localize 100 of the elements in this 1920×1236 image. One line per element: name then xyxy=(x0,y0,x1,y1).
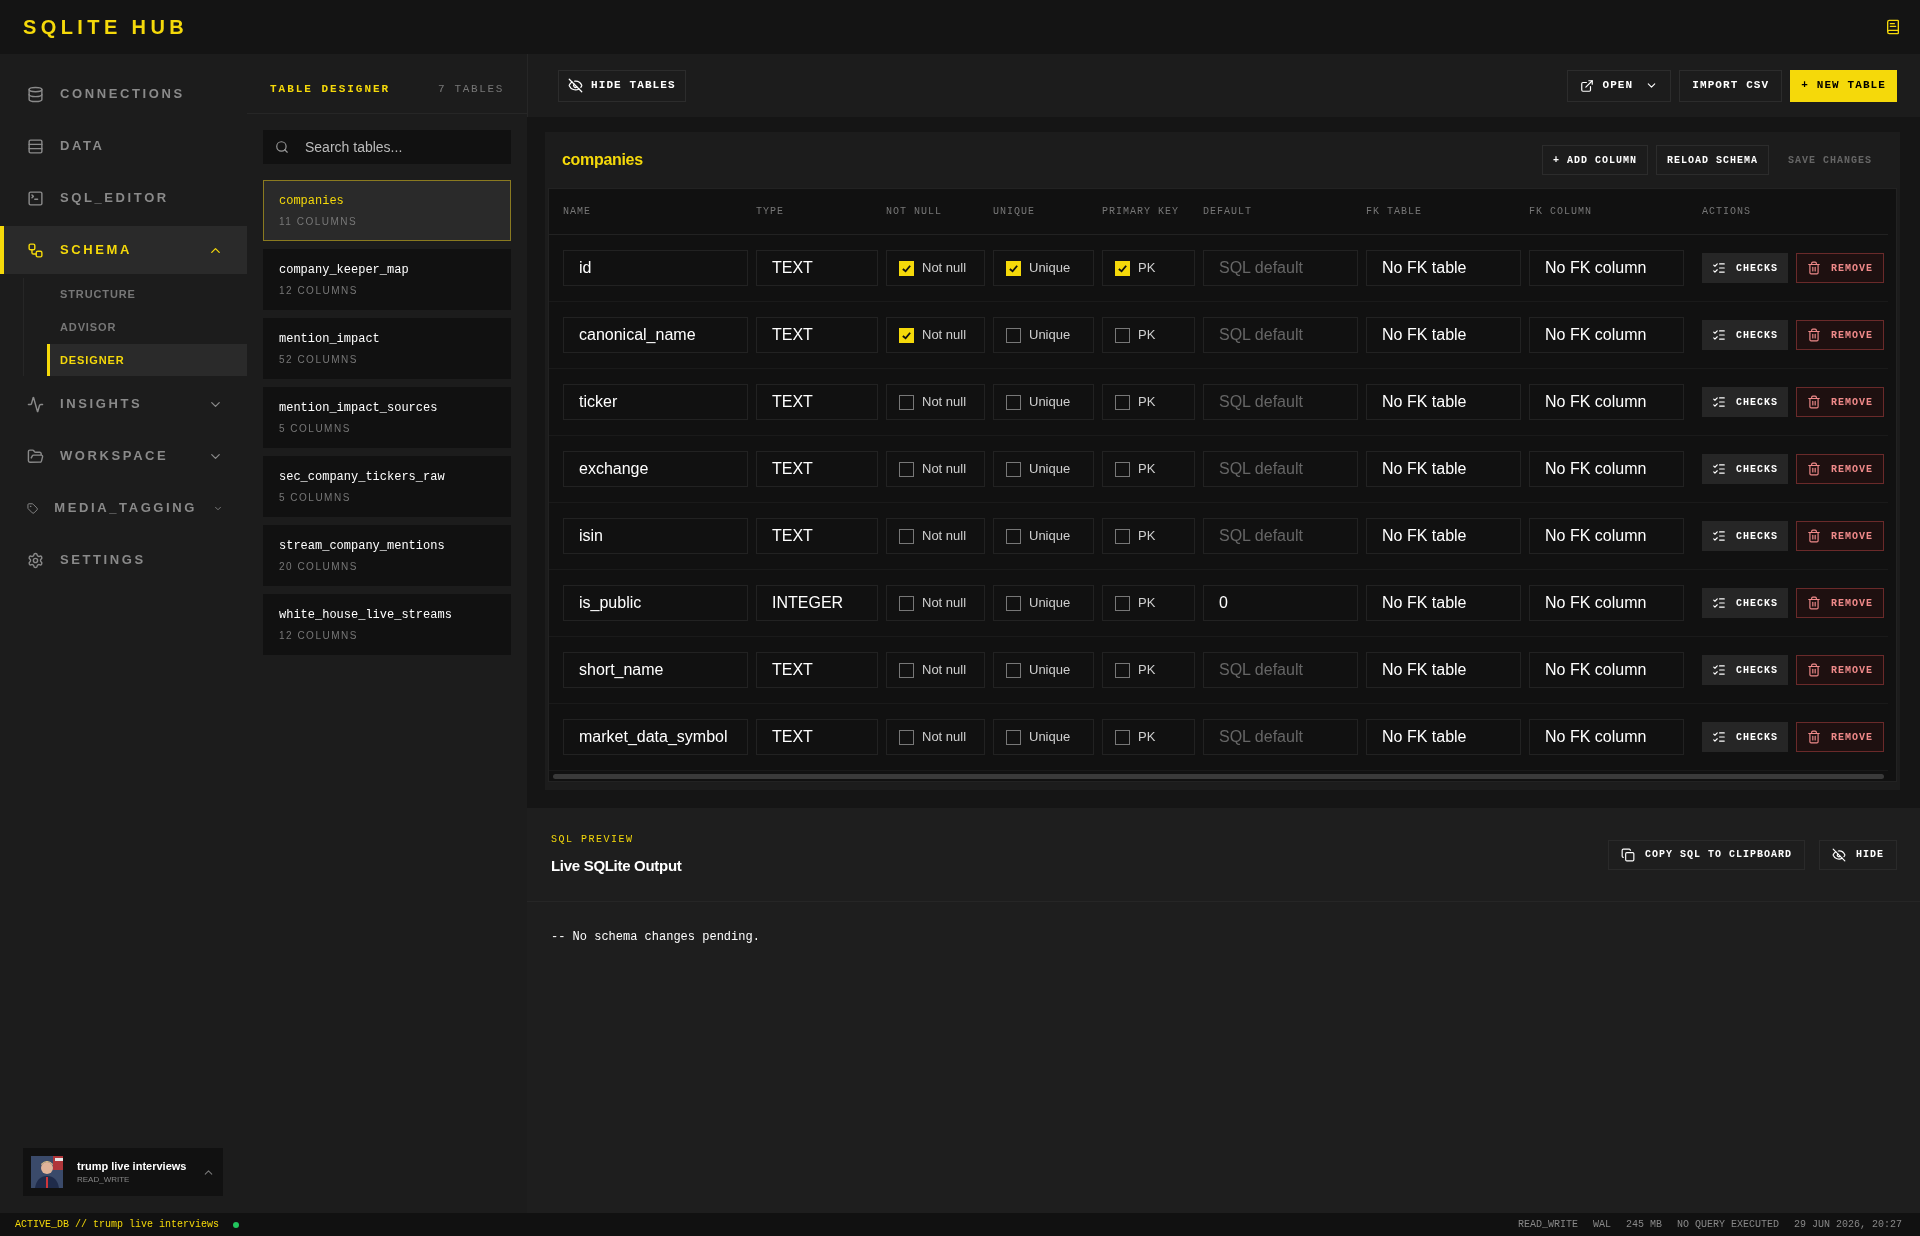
remove-button[interactable]: REMOVE xyxy=(1796,722,1885,752)
checks-button[interactable]: CHECKS xyxy=(1702,521,1788,551)
fk-column-select[interactable]: No FK column xyxy=(1529,652,1684,688)
name-field[interactable]: market_data_symbol xyxy=(563,719,748,755)
fk-table-select[interactable]: No FK table xyxy=(1366,719,1521,755)
name-field[interactable]: short_name xyxy=(563,652,748,688)
checkbox[interactable] xyxy=(899,394,914,410)
table-list-item[interactable]: mention_impact_sources 5 COLUMNS xyxy=(263,387,511,448)
nav-subitem[interactable]: DESIGNER xyxy=(47,344,247,376)
checkbox[interactable] xyxy=(1006,729,1021,745)
checks-button[interactable]: CHECKS xyxy=(1702,722,1788,752)
fk-table-select[interactable]: No FK table xyxy=(1366,585,1521,621)
checks-button[interactable]: CHECKS xyxy=(1702,655,1788,685)
account-card[interactable]: trump live interviews READ_WRITE xyxy=(23,1148,223,1196)
nav-item[interactable]: CONNECTIONS xyxy=(0,70,247,118)
type-field[interactable]: TEXT xyxy=(756,451,878,487)
scrollbar[interactable] xyxy=(553,773,1884,779)
fk-table-select[interactable]: No FK table xyxy=(1366,518,1521,554)
checkbox[interactable] xyxy=(1006,461,1021,477)
nav-item[interactable]: DATA xyxy=(0,122,247,170)
type-field[interactable]: TEXT xyxy=(756,384,878,420)
fk-column-select[interactable]: No FK column xyxy=(1529,317,1684,353)
remove-button[interactable]: REMOVE xyxy=(1796,253,1885,283)
name-field[interactable]: ticker xyxy=(563,384,748,420)
fk-table-select[interactable]: No FK table xyxy=(1366,652,1521,688)
default-field[interactable]: SQL default xyxy=(1203,250,1358,286)
checkbox[interactable] xyxy=(1115,394,1130,410)
copy-sql-button[interactable]: COPY SQL TO CLIPBOARD xyxy=(1607,839,1805,870)
remove-button[interactable]: REMOVE xyxy=(1796,521,1885,551)
checks-button[interactable]: CHECKS xyxy=(1702,387,1788,417)
checkbox[interactable] xyxy=(899,528,914,544)
checkbox[interactable] xyxy=(899,662,914,678)
default-field[interactable]: SQL default xyxy=(1203,518,1358,554)
nav-item[interactable]: SCHEMA xyxy=(0,226,247,274)
name-field[interactable]: is_public xyxy=(563,585,748,621)
name-field[interactable]: isin xyxy=(563,518,748,554)
type-field[interactable]: TEXT xyxy=(756,652,878,688)
checks-button[interactable]: CHECKS xyxy=(1702,253,1788,283)
fk-table-select[interactable]: No FK table xyxy=(1366,317,1521,353)
table-list-item[interactable]: white_house_live_streams 12 COLUMNS xyxy=(263,594,511,655)
default-field[interactable]: 0 xyxy=(1203,585,1358,621)
fk-column-select[interactable]: No FK column xyxy=(1529,250,1684,286)
fk-column-select[interactable]: No FK column xyxy=(1529,518,1684,554)
checkbox[interactable] xyxy=(1115,662,1130,678)
fk-column-select[interactable]: No FK column xyxy=(1529,585,1684,621)
type-field[interactable]: INTEGER xyxy=(756,585,878,621)
fk-column-select[interactable]: No FK column xyxy=(1529,719,1684,755)
new-table-button[interactable]: + NEW TABLE xyxy=(1790,69,1897,102)
checkbox[interactable] xyxy=(1115,327,1130,343)
nav-subitem[interactable]: ADVISOR xyxy=(47,311,247,343)
checkbox[interactable] xyxy=(1115,595,1130,611)
nav-subitem[interactable]: STRUCTURE xyxy=(47,278,247,310)
import-csv-button[interactable]: IMPORT CSV xyxy=(1679,69,1783,102)
checkbox[interactable] xyxy=(1006,327,1021,343)
checkbox[interactable] xyxy=(1115,528,1130,544)
name-field[interactable]: exchange xyxy=(563,451,748,487)
remove-button[interactable]: REMOVE xyxy=(1796,588,1885,618)
nav-item[interactable]: WORKSPACE xyxy=(0,432,247,480)
remove-button[interactable]: REMOVE xyxy=(1796,320,1885,350)
checks-button[interactable]: CHECKS xyxy=(1702,454,1788,484)
name-field[interactable]: canonical_name xyxy=(563,317,748,353)
default-field[interactable]: SQL default xyxy=(1203,451,1358,487)
hide-tables-button[interactable]: HIDE TABLES xyxy=(558,69,686,102)
remove-button[interactable]: REMOVE xyxy=(1796,655,1885,685)
default-field[interactable]: SQL default xyxy=(1203,384,1358,420)
table-list-item[interactable]: stream_company_mentions 20 COLUMNS xyxy=(263,525,511,586)
nav-item[interactable]: INSIGHTS xyxy=(0,380,247,428)
card-action-button[interactable]: RELOAD SCHEMA xyxy=(1655,145,1769,175)
checkbox[interactable] xyxy=(1006,595,1021,611)
remove-button[interactable]: REMOVE xyxy=(1796,454,1885,484)
fk-column-select[interactable]: No FK column xyxy=(1529,384,1684,420)
type-field[interactable]: TEXT xyxy=(756,250,878,286)
checks-button[interactable]: CHECKS xyxy=(1702,588,1788,618)
table-list-item[interactable]: company_keeper_map 12 COLUMNS xyxy=(263,249,511,310)
checks-button[interactable]: CHECKS xyxy=(1702,320,1788,350)
type-field[interactable]: TEXT xyxy=(756,518,878,554)
hide-button[interactable]: HIDE xyxy=(1819,839,1897,870)
checkbox[interactable] xyxy=(899,729,914,745)
remove-button[interactable]: REMOVE xyxy=(1796,387,1885,417)
checkbox[interactable] xyxy=(1115,461,1130,477)
search-input[interactable]: Search tables... xyxy=(305,136,499,158)
fk-table-select[interactable]: No FK table xyxy=(1366,250,1521,286)
checkbox[interactable] xyxy=(1006,528,1021,544)
book-icon[interactable] xyxy=(1885,19,1901,35)
nav-item[interactable]: SQL_EDITOR xyxy=(0,174,247,222)
default-field[interactable]: SQL default xyxy=(1203,719,1358,755)
type-field[interactable]: TEXT xyxy=(756,317,878,353)
default-field[interactable]: SQL default xyxy=(1203,317,1358,353)
checkbox[interactable] xyxy=(899,595,914,611)
search-field[interactable]: Search tables... xyxy=(263,130,511,164)
nav-item[interactable]: SETTINGS xyxy=(0,536,247,584)
name-field[interactable]: id xyxy=(563,250,748,286)
default-field[interactable]: SQL default xyxy=(1203,652,1358,688)
fk-table-select[interactable]: No FK table xyxy=(1366,451,1521,487)
table-list-item[interactable]: companies 11 COLUMNS xyxy=(263,180,511,241)
fk-table-select[interactable]: No FK table xyxy=(1366,384,1521,420)
open-button[interactable]: OPEN xyxy=(1567,69,1672,102)
table-list-item[interactable]: mention_impact 52 COLUMNS xyxy=(263,318,511,379)
fk-column-select[interactable]: No FK column xyxy=(1529,451,1684,487)
checkbox[interactable] xyxy=(899,461,914,477)
